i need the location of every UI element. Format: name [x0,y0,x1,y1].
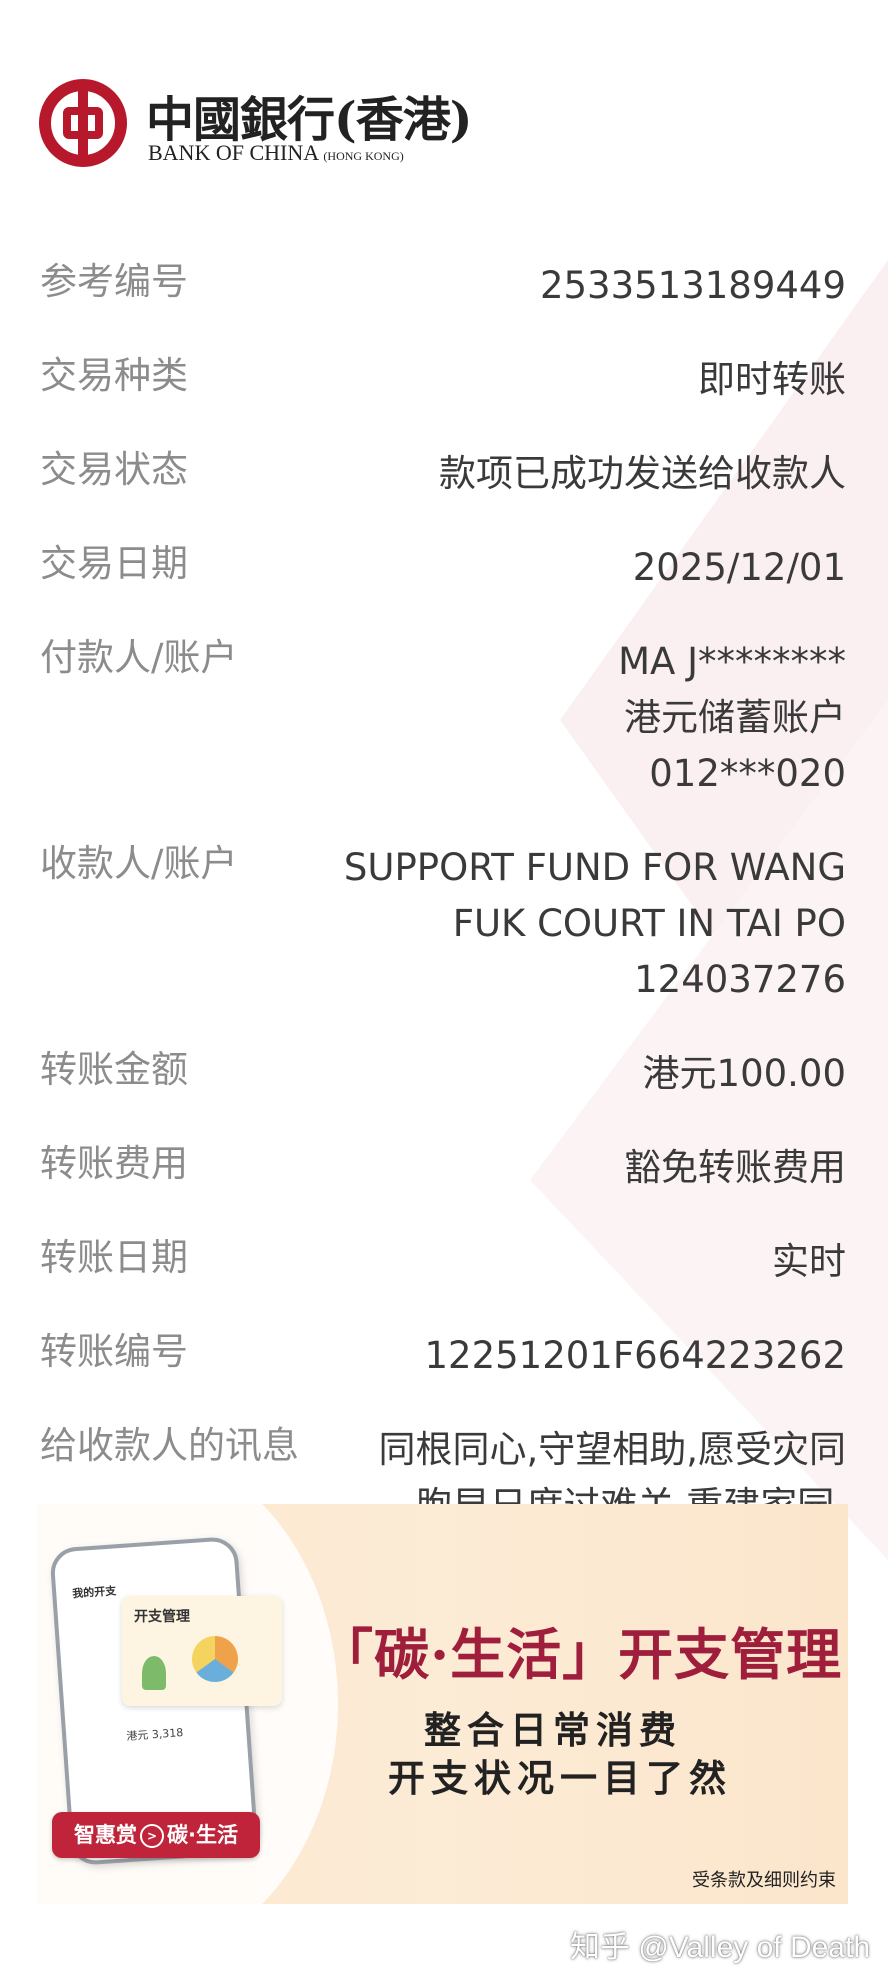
detail-value-line: FUK COURT IN TAI PO [452,902,846,945]
detail-value: 款项已成功发送给收款人 [338,446,846,502]
promo-banner[interactable]: 我的开支 港元 3,318 开支管理 智惠赏 > 碳·生活 「碳·生活」开支管理 整… [38,1504,848,1904]
detail-value-line: 同根同心,守望相助,愿受灾同 [378,1428,846,1471]
detail-value: MA J******** 港元储蓄账户 012***020 [338,634,846,802]
detail-value: 港元100.00 [338,1046,846,1102]
detail-value: 2533513189449 [338,258,846,314]
detail-label: 转账费用 [40,1142,188,1185]
detail-row: 收款人/账户 SUPPORT FUND FOR WANG FUK COURT IN … [40,840,846,1008]
detail-value-line: MA J******** [618,640,846,683]
detail-value-line: 2533513189449 [539,264,846,307]
banner-subtitle-1: 整合日常消费 [424,1709,682,1752]
phone-amount: 港元 3,318 [125,1726,184,1743]
detail-value-line: 124037276 [634,958,846,1001]
detail-value-line: SUPPORT FUND FOR WANG [343,846,846,889]
transaction-details: 参考编号 2533513189449 交易种类 即时转账交易状态 款项已成功发送给收款人… [40,258,846,1572]
detail-row: 转账日期 实时 [40,1234,846,1290]
cta-right-label: 碳·生活 [167,1823,238,1847]
detail-label: 交易种类 [40,354,188,397]
detail-row: 付款人/账户 MA J******** 港元储蓄账户 012***020 [40,634,846,802]
banner-heading: 「碳·生活」开支管理 [318,1622,843,1687]
detail-value: 2025/12/01 [338,540,846,596]
terms-link[interactable]: 受条款及细则约束 [692,1866,836,1892]
detail-value: 实时 [338,1234,846,1290]
phone-title: 我的开支 [71,1584,117,1601]
detail-row: 转账编号 12251201F664223262 [40,1328,846,1384]
zhihu-watermark: 知乎 @Valley of Death [569,1931,870,1964]
smart-rewards-button[interactable]: 智惠赏 > 碳·生活 [52,1812,260,1858]
detail-label: 交易状态 [40,448,188,491]
detail-value-line: 港元100.00 [642,1052,846,1095]
detail-value: 即时转账 [338,352,846,408]
detail-value-line: 12251201F664223262 [424,1334,846,1377]
bank-logo: 中國銀行(香港) BANK OF CHINA (HONG KONG) [38,78,472,168]
banner-subtitle-2: 开支状况一目了然 [388,1757,732,1800]
cta-left-label: 智惠赏 [74,1823,137,1847]
detail-value: 12251201F664223262 [338,1328,846,1384]
bank-name-en-sub: (HONG KONG) [323,149,404,163]
bank-name-en-main: BANK OF CHINA [148,140,318,165]
detail-label: 交易日期 [40,542,188,585]
detail-row: 转账费用 豁免转账费用 [40,1140,846,1196]
bank-emblem-icon [39,79,127,167]
bank-name-en: BANK OF CHINA (HONG KONG) [148,140,404,166]
detail-row: 交易状态 款项已成功发送给收款人 [40,446,846,502]
detail-row: 交易日期 2025/12/01 [40,540,846,596]
detail-label: 给收款人的讯息 [40,1424,299,1467]
detail-value: SUPPORT FUND FOR WANG FUK COURT IN TAI PO… [338,840,846,1008]
detail-value-line: 即时转账 [698,358,846,401]
detail-label: 转账日期 [40,1236,188,1279]
detail-row: 交易种类 即时转账 [40,352,846,408]
detail-value-line: 款项已成功发送给收款人 [439,452,846,495]
expense-card-title: 开支管理 [134,1609,190,1625]
detail-value-line: 2025/12/01 [632,546,846,589]
detail-label: 转账编号 [40,1330,188,1373]
detail-label: 转账金额 [40,1048,188,1091]
detail-value-line: 港元储蓄账户 [624,696,846,739]
detail-label: 付款人/账户 [40,636,238,679]
detail-row: 参考编号 2533513189449 [40,258,846,314]
pie-chart-icon [192,1636,238,1682]
detail-label: 收款人/账户 [40,842,238,885]
detail-value: 豁免转账费用 [338,1140,846,1196]
arrow-right-icon: > [140,1824,164,1848]
plant-icon [142,1656,166,1690]
expense-card: 开支管理 [122,1596,282,1706]
detail-row: 转账金额 港元100.00 [40,1046,846,1102]
detail-label: 参考编号 [40,260,188,303]
detail-value-line: 实时 [772,1240,846,1283]
detail-value-line: 012***020 [649,752,846,795]
detail-value-line: 豁免转账费用 [624,1146,846,1189]
